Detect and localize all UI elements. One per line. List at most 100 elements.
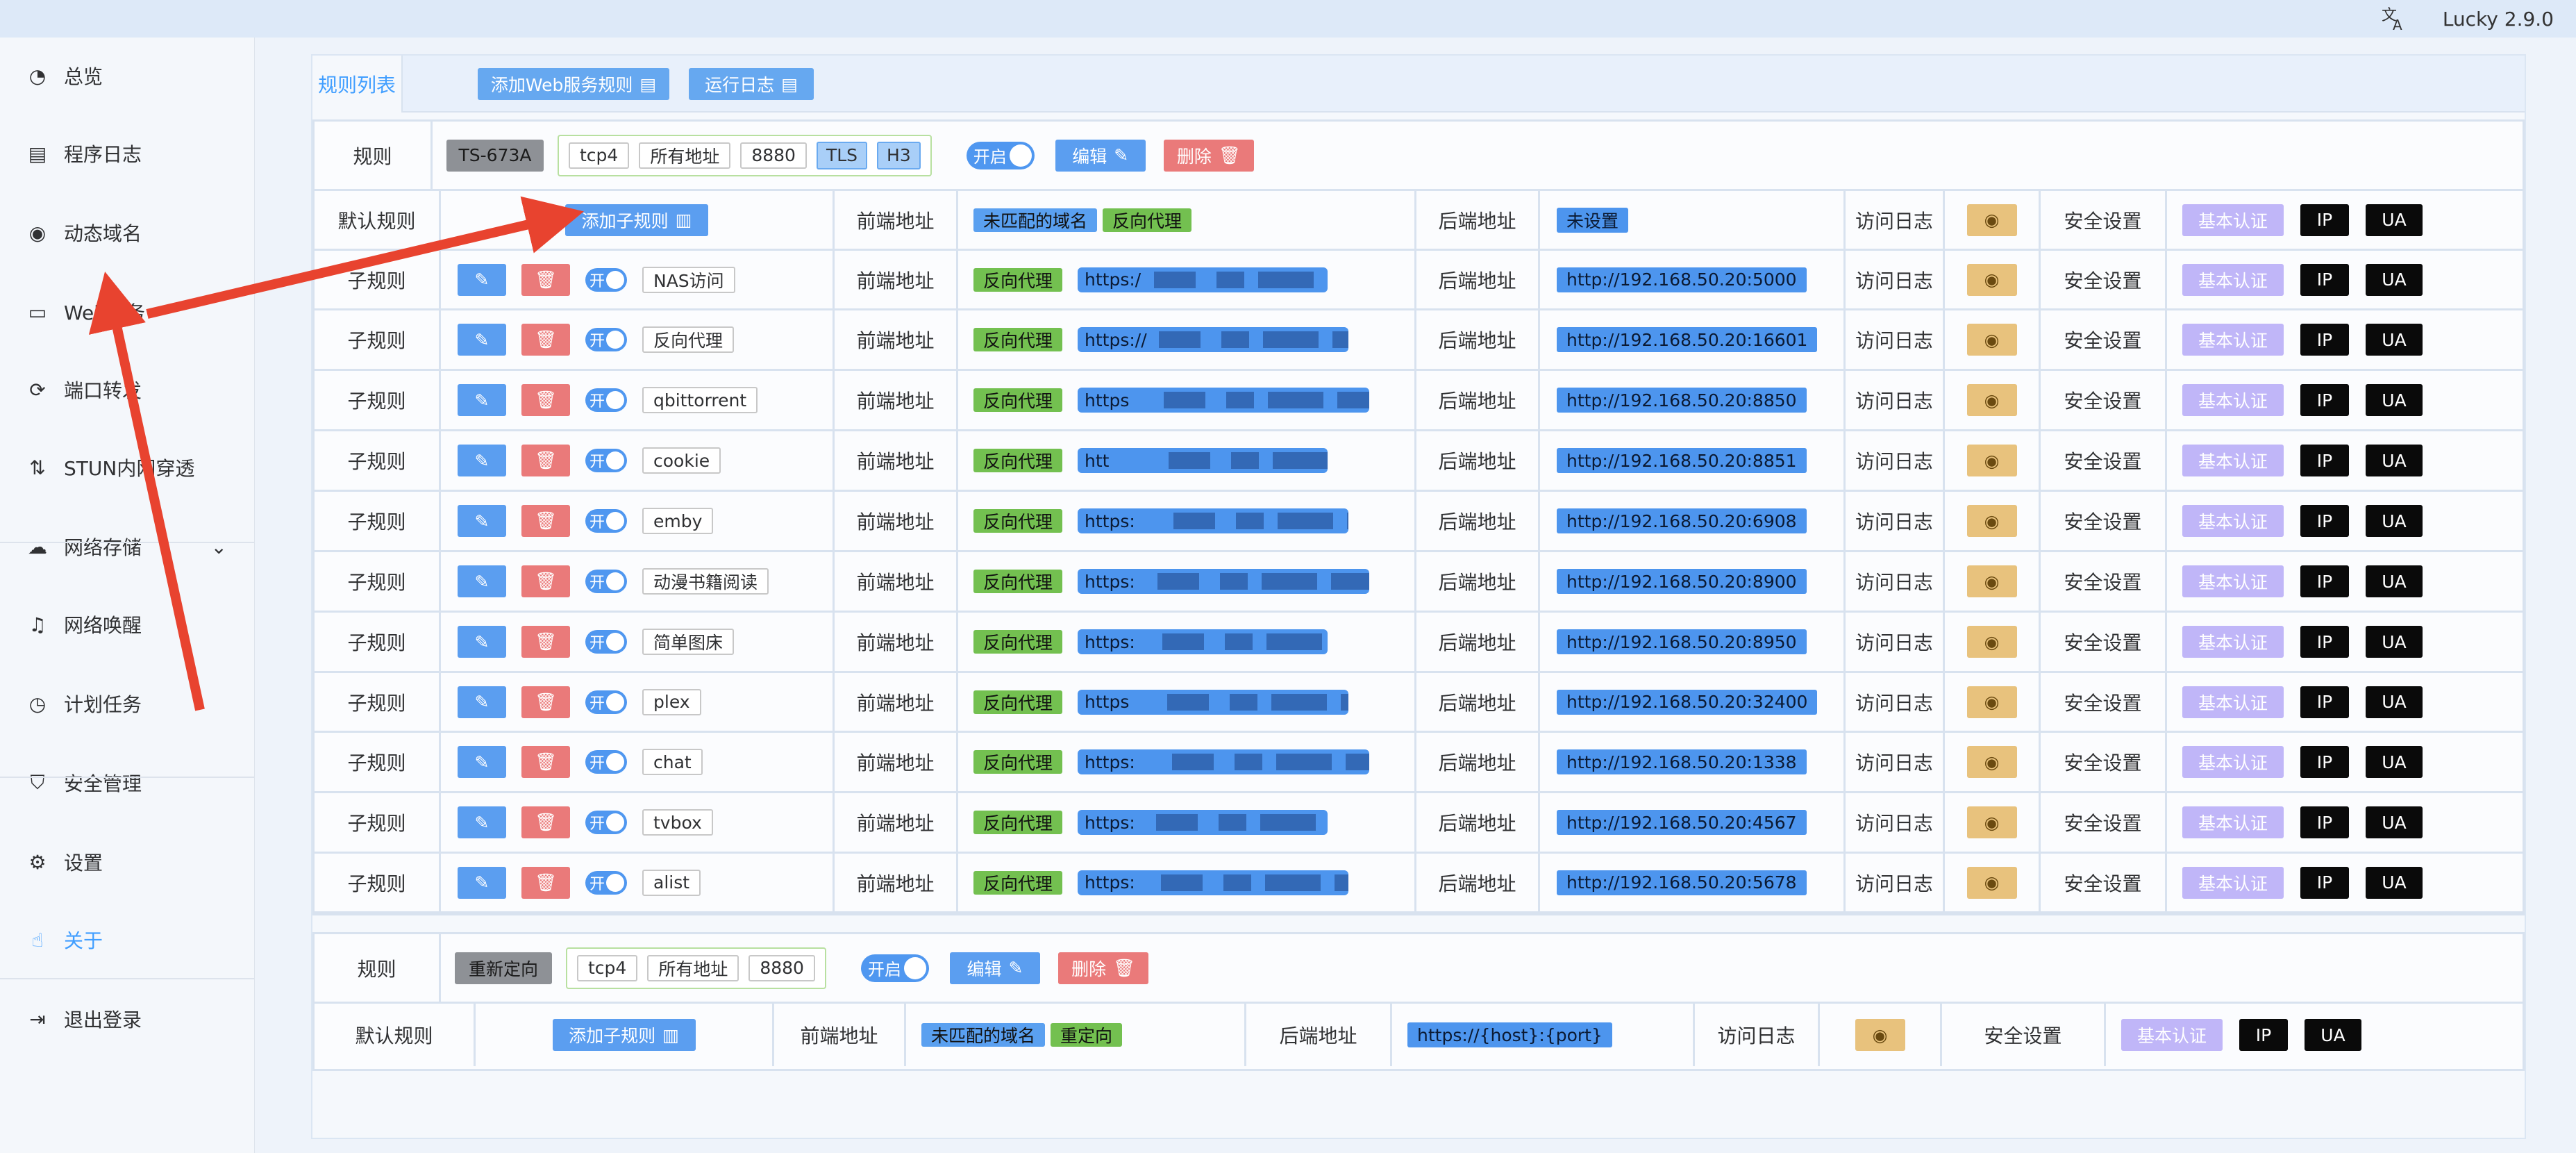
edit-subrule-button[interactable]: ✎ — [458, 565, 506, 597]
delete-subrule-button[interactable]: 🗑 — [521, 626, 570, 658]
ua-filter-button[interactable]: UA — [2366, 505, 2423, 537]
ua-filter-button[interactable]: UA — [2366, 746, 2423, 778]
edit-subrule-button[interactable]: ✎ — [458, 445, 506, 476]
edit-subrule-button[interactable]: ✎ — [458, 806, 506, 838]
ip-filter-button[interactable]: IP — [2300, 626, 2349, 658]
delete-subrule-button[interactable]: 🗑 — [521, 746, 570, 778]
add-subrule-button[interactable]: 添加子规则 ▥ — [565, 204, 708, 236]
ip-filter-button[interactable]: IP — [2300, 204, 2349, 236]
edit-subrule-button[interactable]: ✎ — [458, 263, 506, 296]
subrule-enable-toggle[interactable]: 开 — [585, 570, 627, 593]
sidebar-item-7[interactable]: ☁ 网络存储 ⌄ — [0, 508, 255, 585]
ua-filter-button[interactable]: UA — [2366, 445, 2423, 476]
delete-subrule-button[interactable]: 🗑 — [521, 505, 570, 537]
ip-filter-button[interactable]: IP — [2300, 686, 2349, 718]
basic-auth-button[interactable]: 基本认证 — [2182, 384, 2284, 416]
ua-filter-button[interactable]: UA — [2366, 866, 2423, 899]
delete-rule-button[interactable]: 删除 🗑 — [1163, 139, 1254, 172]
sidebar-item-11[interactable]: ⚙ 设置 — [0, 824, 255, 900]
delete-subrule-button[interactable]: 🗑 — [521, 866, 570, 899]
ip-filter-button[interactable]: IP — [2300, 746, 2349, 778]
subrule-enable-toggle[interactable]: 开 — [585, 509, 627, 533]
ip-filter-button[interactable]: IP — [2300, 806, 2349, 838]
basic-auth-button[interactable]: 基本认证 — [2182, 565, 2284, 597]
edit-subrule-button[interactable]: ✎ — [458, 866, 506, 899]
edit-subrule-button[interactable]: ✎ — [458, 505, 506, 537]
run-log-button[interactable]: 运行日志 ▤ — [689, 68, 814, 100]
view-log-button[interactable]: ◉ — [1966, 746, 2017, 778]
sidebar-item-6[interactable]: ⇅ STUN内网穿透 — [0, 429, 255, 506]
sidebar-item-12[interactable]: ☝ 关于 — [0, 902, 255, 978]
ip-filter-button[interactable]: IP — [2300, 505, 2349, 537]
view-log-button[interactable]: ◉ — [1966, 866, 2017, 899]
view-log-button[interactable]: ◉ — [1966, 806, 2017, 838]
ip-filter-button[interactable]: IP — [2300, 445, 2349, 476]
subrule-enable-toggle[interactable]: 开 — [585, 449, 627, 472]
sidebar-item-9[interactable]: ◷ 计划任务 — [0, 665, 255, 742]
ua-filter-button[interactable]: UA — [2366, 204, 2423, 236]
ua-filter-button[interactable]: UA — [2366, 324, 2423, 356]
ua-filter-button[interactable]: UA — [2305, 1019, 2361, 1051]
sidebar-item-3[interactable]: ◉ 动态域名 — [0, 194, 255, 271]
basic-auth-button[interactable]: 基本认证 — [2182, 626, 2284, 658]
subrule-enable-toggle[interactable]: 开 — [585, 870, 627, 895]
rule-enable-toggle[interactable]: 开启 — [860, 954, 929, 982]
basic-auth-button[interactable]: 基本认证 — [2182, 204, 2284, 236]
basic-auth-button[interactable]: 基本认证 — [2182, 866, 2284, 899]
subrule-enable-toggle[interactable]: 开 — [585, 811, 627, 834]
delete-subrule-button[interactable]: 🗑 — [521, 445, 570, 476]
ua-filter-button[interactable]: UA — [2366, 263, 2423, 296]
subrule-enable-toggle[interactable]: 开 — [585, 388, 627, 412]
subrule-enable-toggle[interactable]: 开 — [585, 750, 627, 774]
edit-rule-button[interactable]: 编辑 ✎ — [1055, 139, 1146, 172]
ip-filter-button[interactable]: IP — [2300, 324, 2349, 356]
view-log-button[interactable]: ◉ — [1966, 324, 2017, 356]
subrule-enable-toggle[interactable]: 开 — [585, 630, 627, 654]
ip-filter-button[interactable]: IP — [2300, 565, 2349, 597]
ip-filter-button[interactable]: IP — [2300, 384, 2349, 416]
view-log-button[interactable]: ◉ — [1966, 263, 2017, 296]
delete-subrule-button[interactable]: 🗑 — [521, 263, 570, 296]
subrule-enable-toggle[interactable]: 开 — [585, 690, 627, 714]
sidebar-item-8[interactable]: ♫ 网络唤醒 — [0, 586, 255, 663]
basic-auth-button[interactable]: 基本认证 — [2182, 445, 2284, 476]
basic-auth-button[interactable]: 基本认证 — [2182, 505, 2284, 537]
delete-subrule-button[interactable]: 🗑 — [521, 565, 570, 597]
delete-subrule-button[interactable]: 🗑 — [521, 324, 570, 356]
delete-subrule-button[interactable]: 🗑 — [521, 686, 570, 718]
ip-filter-button[interactable]: IP — [2300, 866, 2349, 899]
basic-auth-button[interactable]: 基本认证 — [2182, 746, 2284, 778]
edit-subrule-button[interactable]: ✎ — [458, 746, 506, 778]
delete-subrule-button[interactable]: 🗑 — [521, 384, 570, 416]
edit-rule-button[interactable]: 编辑 ✎ — [949, 952, 1040, 984]
view-log-button[interactable]: ◉ — [1966, 445, 2017, 476]
view-log-button[interactable]: ◉ — [1966, 204, 2017, 236]
ua-filter-button[interactable]: UA — [2366, 686, 2423, 718]
view-log-button[interactable]: ◉ — [1966, 565, 2017, 597]
add-subrule-button[interactable]: 添加子规则 ▥ — [552, 1019, 696, 1051]
ua-filter-button[interactable]: UA — [2366, 806, 2423, 838]
sidebar-item-4[interactable]: ▭ Web服务 — [0, 274, 255, 350]
sidebar-item-1[interactable]: ◔ 总览 — [0, 38, 255, 114]
view-log-button[interactable]: ◉ — [1855, 1019, 1905, 1051]
view-log-button[interactable]: ◉ — [1966, 384, 2017, 416]
view-log-button[interactable]: ◉ — [1966, 686, 2017, 718]
ip-filter-button[interactable]: IP — [2239, 1019, 2288, 1051]
sidebar-item-13[interactable]: ⇥ 退出登录 — [0, 981, 255, 1057]
sidebar-item-5[interactable]: ⟳ 端口转发 — [0, 351, 255, 428]
basic-auth-button[interactable]: 基本认证 — [2182, 263, 2284, 296]
view-log-button[interactable]: ◉ — [1966, 626, 2017, 658]
ua-filter-button[interactable]: UA — [2366, 626, 2423, 658]
sidebar-item-10[interactable]: ⛉ 安全管理 — [0, 745, 255, 821]
translate-icon[interactable]: 文A — [2380, 5, 2408, 33]
basic-auth-button[interactable]: 基本认证 — [2182, 686, 2284, 718]
basic-auth-button[interactable]: 基本认证 — [2121, 1019, 2223, 1051]
edit-subrule-button[interactable]: ✎ — [458, 324, 506, 356]
chevron-down-icon[interactable]: ⌄ — [211, 536, 227, 558]
sidebar-item-2[interactable]: ▤ 程序日志 — [0, 115, 255, 192]
rule-enable-toggle[interactable]: 开启 — [966, 141, 1035, 169]
basic-auth-button[interactable]: 基本认证 — [2182, 806, 2284, 838]
edit-subrule-button[interactable]: ✎ — [458, 384, 506, 416]
subrule-enable-toggle[interactable]: 开 — [585, 328, 627, 351]
ip-filter-button[interactable]: IP — [2300, 263, 2349, 296]
